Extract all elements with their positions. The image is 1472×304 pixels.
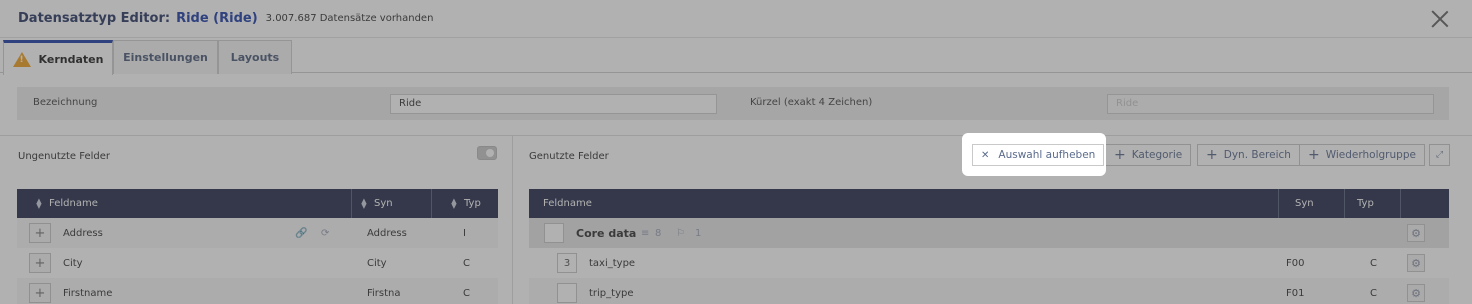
short-label: Kürzel (exakt 4 Zeichen) xyxy=(750,97,873,108)
used-table-header: Feldname Syn Typ xyxy=(529,189,1449,218)
col-feldname[interactable]: ▲ ▼ Feldname xyxy=(17,189,352,218)
field-name: Firstname xyxy=(63,287,113,299)
select-checkbox[interactable]: 3 xyxy=(557,253,577,273)
col-typ[interactable]: Typ xyxy=(1345,189,1401,218)
table-row[interactable]: + Address 🔗 ⟳ Address I xyxy=(17,218,498,248)
toggle-switch[interactable] xyxy=(477,146,497,160)
list-icon: ≡ xyxy=(641,227,650,239)
col-feldname[interactable]: Feldname xyxy=(529,189,1279,218)
plus-icon: + xyxy=(1308,147,1320,163)
field-name: taxi_type xyxy=(589,257,636,269)
sort-icon: ▲ ▼ xyxy=(451,196,457,210)
add-icon[interactable]: + xyxy=(29,253,51,273)
name-input[interactable]: Ride xyxy=(390,94,717,114)
col-label: Feldname xyxy=(543,198,592,209)
gear-icon[interactable]: ⚙ xyxy=(1407,284,1425,302)
table-row[interactable]: 3 taxi_type F00 C ⚙ xyxy=(529,248,1449,278)
warning-icon xyxy=(12,51,31,67)
select-checkbox[interactable] xyxy=(544,223,564,243)
record-count: 3.007.687 Datensätze vorhanden xyxy=(265,13,434,24)
field-syn: Address xyxy=(367,227,407,239)
field-typ: I xyxy=(463,227,466,239)
dialog-header: Datensatztyp Editor: Ride (Ride) 3.007.6… xyxy=(0,0,1472,38)
add-icon[interactable]: + xyxy=(29,283,51,303)
add-category-button[interactable]: + Kategorie xyxy=(1105,144,1192,166)
field-typ: C xyxy=(1370,257,1377,269)
editor-dialog: Datensatztyp Editor: Ride (Ride) 3.007.6… xyxy=(0,0,1472,304)
used-fields-title: Genutzte Felder xyxy=(529,151,609,162)
tab-label: Einstellungen xyxy=(123,51,208,64)
form-row: Bezeichnung Ride Kürzel (exakt 4 Zeichen… xyxy=(17,87,1449,120)
unused-table-header: ▲ ▼ Feldname ▲ ▼ Syn ▲ ▼ Typ xyxy=(17,189,498,218)
field-count: 8 xyxy=(655,227,662,239)
field-name: City xyxy=(63,257,83,269)
field-syn: City xyxy=(367,257,387,269)
field-typ: C xyxy=(463,287,470,299)
tab-layouts[interactable]: Layouts xyxy=(218,40,292,74)
gear-icon[interactable]: ⚙ xyxy=(1407,224,1425,242)
col-label: Syn xyxy=(1295,198,1314,209)
field-syn: F01 xyxy=(1286,287,1305,299)
field-name: trip_type xyxy=(589,287,634,299)
flag-icon: ⚐ xyxy=(676,227,685,239)
rule-count: 1 xyxy=(695,227,702,239)
sort-icon: ▲ ▼ xyxy=(361,196,367,210)
col-syn[interactable]: Syn xyxy=(1279,189,1345,218)
field-name: Address xyxy=(63,227,103,239)
expand-icon[interactable]: ⤢ xyxy=(1429,144,1450,166)
table-row[interactable]: + City City C xyxy=(17,248,498,278)
short-input[interactable]: Ride xyxy=(1107,94,1434,114)
button-label: Dyn. Bereich xyxy=(1223,149,1291,161)
field-syn: F00 xyxy=(1286,257,1305,269)
col-syn[interactable]: ▲ ▼ Syn xyxy=(352,189,432,218)
plus-icon: + xyxy=(1206,147,1218,163)
col-label: Feldname xyxy=(49,198,98,209)
button-label: Wiederholgruppe xyxy=(1325,149,1416,161)
tab-einstellungen[interactable]: Einstellungen xyxy=(113,40,218,74)
unused-fields-title: Ungenutzte Felder xyxy=(18,151,111,162)
close-icon[interactable] xyxy=(1430,9,1450,29)
group-name: Core data xyxy=(576,226,637,240)
deselect-button[interactable]: ✕ Auswahl aufheben xyxy=(972,144,1105,166)
add-dynamic-area-button[interactable]: + Dyn. Bereich xyxy=(1197,144,1300,166)
sort-icon: ▲ ▼ xyxy=(36,196,42,210)
field-syn: Firstna xyxy=(367,287,401,299)
col-typ[interactable]: ▲ ▼ Typ xyxy=(432,189,498,218)
link-icon[interactable]: 🔗 xyxy=(295,218,307,248)
col-label: Syn xyxy=(374,198,393,209)
sync-icon[interactable]: ⟳ xyxy=(321,218,329,248)
tab-bar: Kerndaten Einstellungen Layouts xyxy=(0,38,1472,75)
tab-label: Layouts xyxy=(230,51,280,64)
tab-label: Kerndaten xyxy=(38,52,104,66)
button-label: Auswahl aufheben xyxy=(998,149,1096,161)
tab-kerndaten[interactable]: Kerndaten xyxy=(3,40,113,75)
button-label: Kategorie xyxy=(1131,149,1183,161)
record-type-name: Ride (Ride) xyxy=(176,11,258,26)
section-divider xyxy=(0,135,1472,136)
table-row[interactable]: trip_type F01 C ⚙ xyxy=(529,278,1449,304)
col-label: Typ xyxy=(1357,198,1374,209)
dialog-title: Datensatztyp Editor: xyxy=(18,11,171,26)
plus-icon: + xyxy=(1114,147,1126,163)
close-icon: ✕ xyxy=(981,149,990,161)
add-icon[interactable]: + xyxy=(29,223,51,243)
highlighted-area: ✕ Auswahl aufheben xyxy=(962,133,1106,176)
gear-icon[interactable]: ⚙ xyxy=(1407,254,1425,272)
field-typ: C xyxy=(1370,287,1377,299)
table-row[interactable]: + Firstname Firstna C xyxy=(17,278,498,304)
field-typ: C xyxy=(463,257,470,269)
select-checkbox[interactable] xyxy=(557,283,577,303)
add-repeat-group-button[interactable]: + Wiederholgruppe xyxy=(1299,144,1425,166)
group-row[interactable]: Core data ≡ 8 ⚐ 1 ⚙ xyxy=(529,218,1449,248)
col-label: Typ xyxy=(464,198,481,209)
name-label: Bezeichnung xyxy=(33,97,98,108)
panel-split xyxy=(512,135,513,304)
